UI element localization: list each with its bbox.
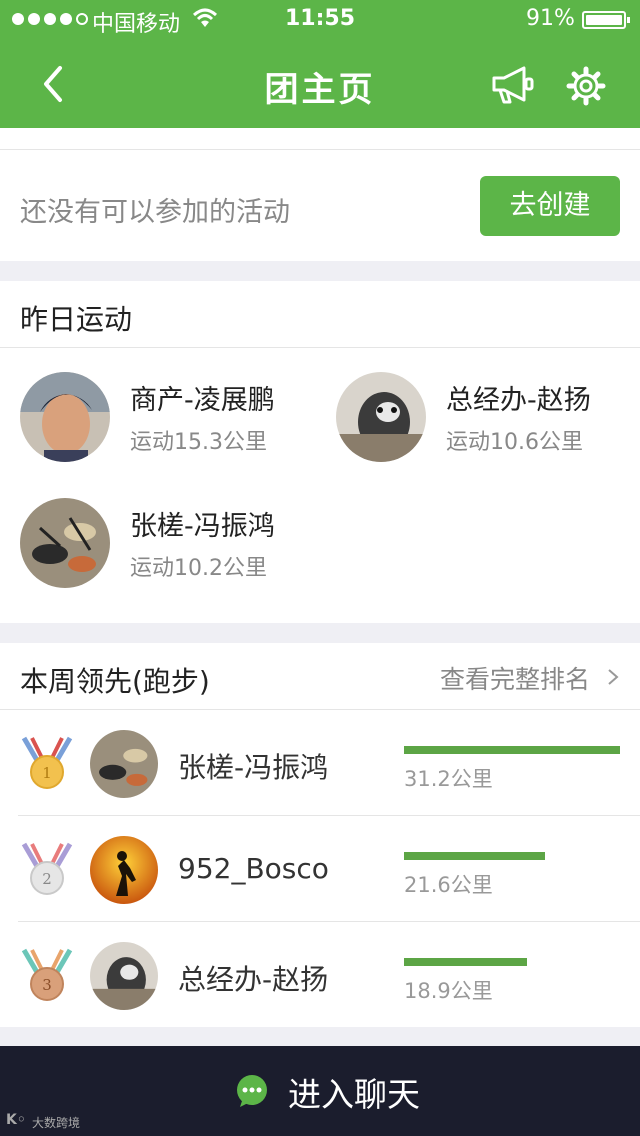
- distance-bar: [404, 746, 620, 754]
- ranked-distance: 21.6公里: [404, 873, 493, 897]
- user-name[interactable]: 商产-凌展鹏: [130, 378, 275, 417]
- view-full-ranking-link[interactable]: 查看完整排名: [440, 660, 590, 696]
- ranked-user-name[interactable]: 952_Bosco: [178, 852, 329, 885]
- avatar[interactable]: [20, 498, 110, 588]
- chat-bubble-icon[interactable]: [234, 1073, 270, 1109]
- watermark-logo-icon: K◦: [6, 1112, 26, 1128]
- divider: [18, 921, 640, 922]
- yesterday-title: 昨日运动: [20, 303, 133, 336]
- battery-percent: 91%: [526, 6, 575, 31]
- user-name[interactable]: 总经办-赵扬: [446, 378, 591, 417]
- battery-icon: [582, 11, 630, 29]
- divider: [0, 347, 640, 348]
- user-distance: 运动15.3公里: [130, 430, 267, 455]
- avatar[interactable]: [90, 836, 158, 904]
- ranked-distance: 31.2公里: [404, 767, 493, 791]
- status-bar: 中国移动 11:55 91%: [0, 0, 640, 40]
- avatar[interactable]: [336, 372, 426, 462]
- silver-medal-icon: 2: [21, 842, 73, 895]
- user-distance: 运动10.2公里: [130, 556, 267, 581]
- svg-text:2: 2: [42, 870, 52, 888]
- app-header: 中国移动 11:55 91% 团主页: [0, 0, 640, 128]
- divider: [0, 149, 640, 150]
- avatar[interactable]: [90, 942, 158, 1010]
- gold-medal-icon: 1: [21, 736, 73, 789]
- page-title: 团主页: [264, 70, 376, 110]
- create-activity-button[interactable]: 去创建: [480, 176, 620, 236]
- no-activities-text: 还没有可以参加的活动: [20, 197, 290, 228]
- svg-text:1: 1: [42, 764, 52, 782]
- bronze-medal-icon: 3: [21, 948, 73, 1001]
- user-distance: 运动10.6公里: [446, 430, 583, 455]
- distance-bar: [404, 852, 545, 860]
- megaphone-icon[interactable]: [490, 64, 536, 106]
- ranked-distance: 18.9公里: [404, 979, 493, 1003]
- ranked-user-name[interactable]: 张槎-冯振鸿: [178, 746, 328, 786]
- gear-icon[interactable]: [566, 66, 606, 106]
- distance-bar: [404, 958, 527, 966]
- user-name[interactable]: 张槎-冯振鸿: [130, 504, 275, 543]
- divider: [0, 709, 640, 710]
- avatar[interactable]: [90, 730, 158, 798]
- svg-text:3: 3: [42, 976, 52, 994]
- watermark-text: 大数跨境: [32, 1116, 81, 1130]
- enter-chat-label[interactable]: 进入聊天: [288, 1068, 420, 1116]
- leaderboard-title: 本周领先(跑步): [20, 665, 210, 698]
- chevron-right-icon[interactable]: [606, 668, 620, 686]
- ranked-user-name[interactable]: 总经办-赵扬: [178, 958, 328, 998]
- divider: [18, 815, 640, 816]
- avatar[interactable]: [20, 372, 110, 462]
